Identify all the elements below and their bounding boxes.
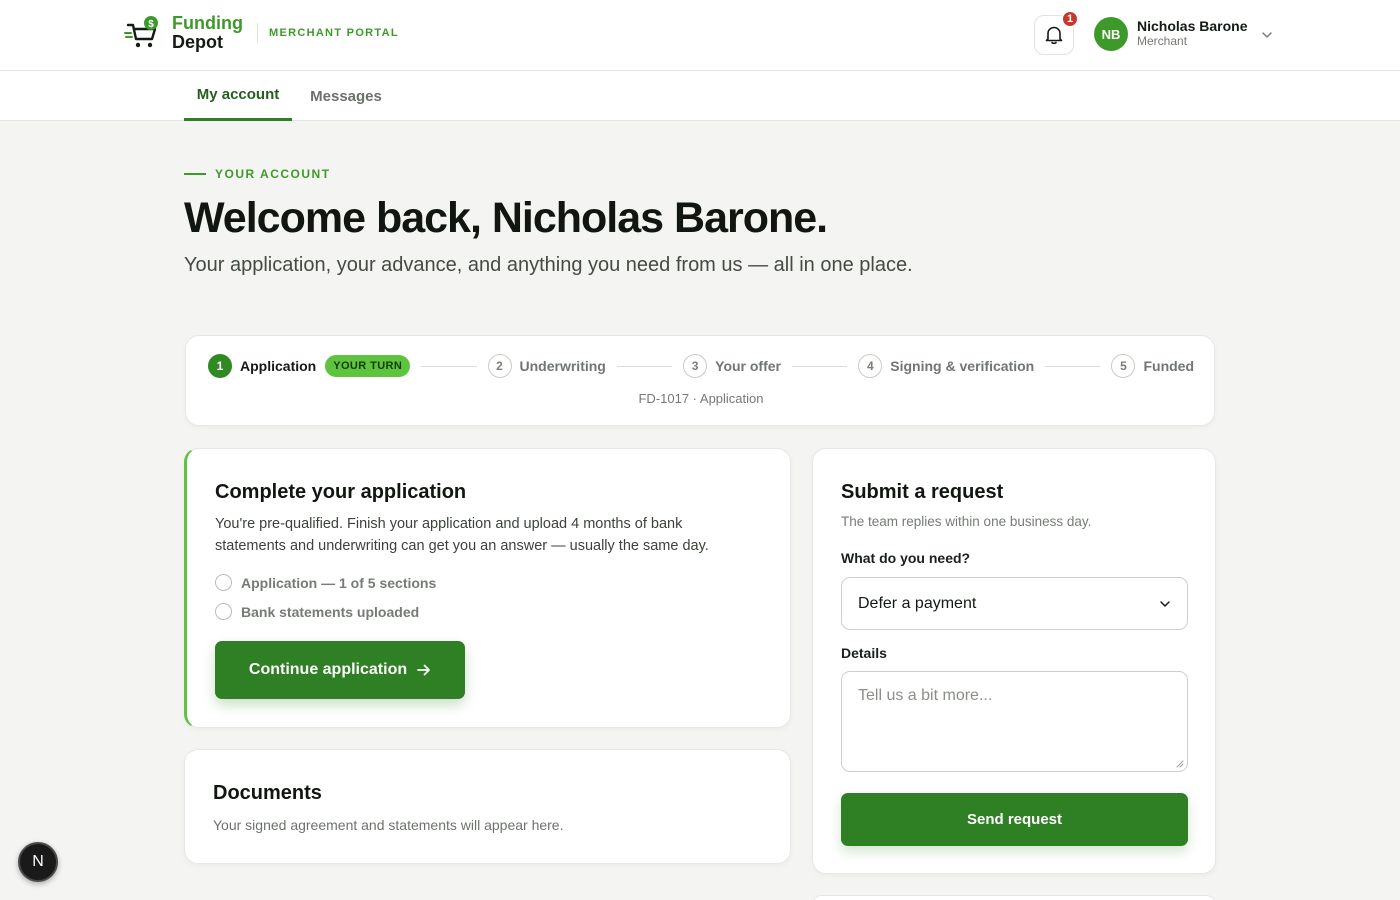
need-field-label: What do you need?	[841, 550, 971, 566]
step-connector	[421, 365, 477, 367]
logo-line-2: Depot	[172, 32, 223, 52]
send-request-button[interactable]: Send request	[841, 793, 1188, 846]
user-role: Merchant	[1137, 34, 1188, 48]
chevron-down-icon	[1262, 32, 1273, 38]
step-signing-verification: 4 Signing & verification	[858, 354, 1034, 378]
request-subtitle: The team replies within one business day…	[841, 514, 1092, 529]
logo-wordmark: Funding Depot	[172, 14, 243, 52]
eyebrow-dash	[184, 173, 206, 175]
checklist-label: Application — 1 of 5 sections	[241, 574, 437, 591]
notification-count-badge: 1	[1061, 10, 1079, 28]
tab-bar: My account Messages	[0, 71, 1400, 121]
select-value: Defer a payment	[858, 594, 977, 612]
top-bar: $ Funding Depot MERCHANT PORTAL 1 NB Nic…	[0, 0, 1400, 71]
logo-divider	[256, 23, 258, 43]
step-underwriting: 2 Underwriting	[487, 354, 606, 378]
checklist-item-application: Application — 1 of 5 sections	[215, 574, 436, 591]
eyebrow-text: YOUR ACCOUNT	[215, 167, 331, 181]
svg-text:$: $	[148, 19, 154, 30]
card-title: Documents	[213, 782, 322, 804]
shopping-cart-dollar-icon: $	[124, 16, 158, 48]
textarea-placeholder: Tell us a bit more...	[858, 687, 993, 704]
next-card-edge	[812, 895, 1216, 900]
step-label: Your offer	[715, 358, 781, 374]
step-label: Signing & verification	[890, 358, 1035, 374]
avatar: NB	[1094, 17, 1128, 51]
submit-request-card: Submit a request The team replies within…	[812, 448, 1216, 874]
step-label: Funded	[1143, 358, 1195, 374]
your-turn-badge: YOUR TURN	[325, 355, 411, 377]
checklist-label: Bank statements uploaded	[241, 603, 420, 620]
card-title: Complete your application	[215, 481, 467, 503]
unchecked-circle-icon	[215, 574, 232, 591]
button-label: Continue application	[248, 661, 408, 678]
card-title: Submit a request	[841, 481, 1004, 503]
step-label: Application	[240, 358, 317, 374]
section-eyebrow: YOUR ACCOUNT	[184, 167, 331, 181]
logo-line-1: Funding	[172, 13, 243, 33]
resize-handle-icon[interactable]	[1175, 759, 1184, 768]
step-connector	[616, 365, 673, 367]
details-field-label: Details	[841, 645, 887, 661]
arrow-right-icon	[417, 664, 431, 676]
progress-stepper-card: 1 Application YOUR TURN 2 Underwriting 3…	[185, 335, 1215, 426]
step-number: 3	[683, 354, 708, 378]
logo[interactable]: $ Funding Depot MERCHANT PORTAL	[124, 14, 399, 52]
bell-icon	[1045, 26, 1063, 45]
complete-application-card: Complete your application You're pre-qua…	[184, 448, 791, 728]
user-info: Nicholas Barone Merchant	[1137, 19, 1247, 49]
checklist-item-bank-statements: Bank statements uploaded	[215, 603, 419, 620]
details-textarea[interactable]: Tell us a bit more...	[841, 671, 1188, 772]
continue-application-button[interactable]: Continue application	[215, 641, 465, 699]
chevron-down-icon	[1160, 600, 1170, 607]
floating-n-button[interactable]: N	[18, 842, 58, 882]
documents-description: Your signed agreement and statements wil…	[213, 817, 564, 833]
step-number: 5	[1111, 354, 1136, 378]
request-type-select[interactable]: Defer a payment	[841, 577, 1188, 630]
step-label: Underwriting	[519, 358, 606, 374]
step-number: 2	[487, 354, 512, 378]
tab-my-account[interactable]: My account	[184, 71, 292, 121]
application-description: You're pre-qualified. Finish your applic…	[215, 516, 709, 554]
tab-messages[interactable]: Messages	[306, 71, 386, 121]
documents-card: Documents Your signed agreement and stat…	[184, 749, 791, 864]
page-title: Welcome back, Nicholas Barone.	[184, 194, 828, 242]
step-your-offer: 3 Your offer	[683, 354, 781, 378]
step-funded: 5 Funded	[1111, 354, 1194, 378]
progress-steps: 1 Application YOUR TURN 2 Underwriting 3…	[208, 354, 1194, 378]
application-reference: FD-1017 · Application	[638, 391, 764, 406]
step-number: 1	[208, 354, 232, 378]
user-name: Nicholas Barone	[1137, 18, 1248, 34]
step-connector	[792, 365, 848, 367]
step-connector	[1045, 365, 1101, 367]
portal-label: MERCHANT PORTAL	[268, 27, 399, 39]
step-application: 1 Application YOUR TURN	[208, 354, 411, 378]
step-number: 4	[858, 354, 883, 378]
user-menu[interactable]: NB Nicholas Barone Merchant	[1094, 17, 1273, 51]
unchecked-circle-icon	[215, 603, 232, 620]
page-subtitle: Your application, your advance, and anyt…	[184, 254, 913, 276]
